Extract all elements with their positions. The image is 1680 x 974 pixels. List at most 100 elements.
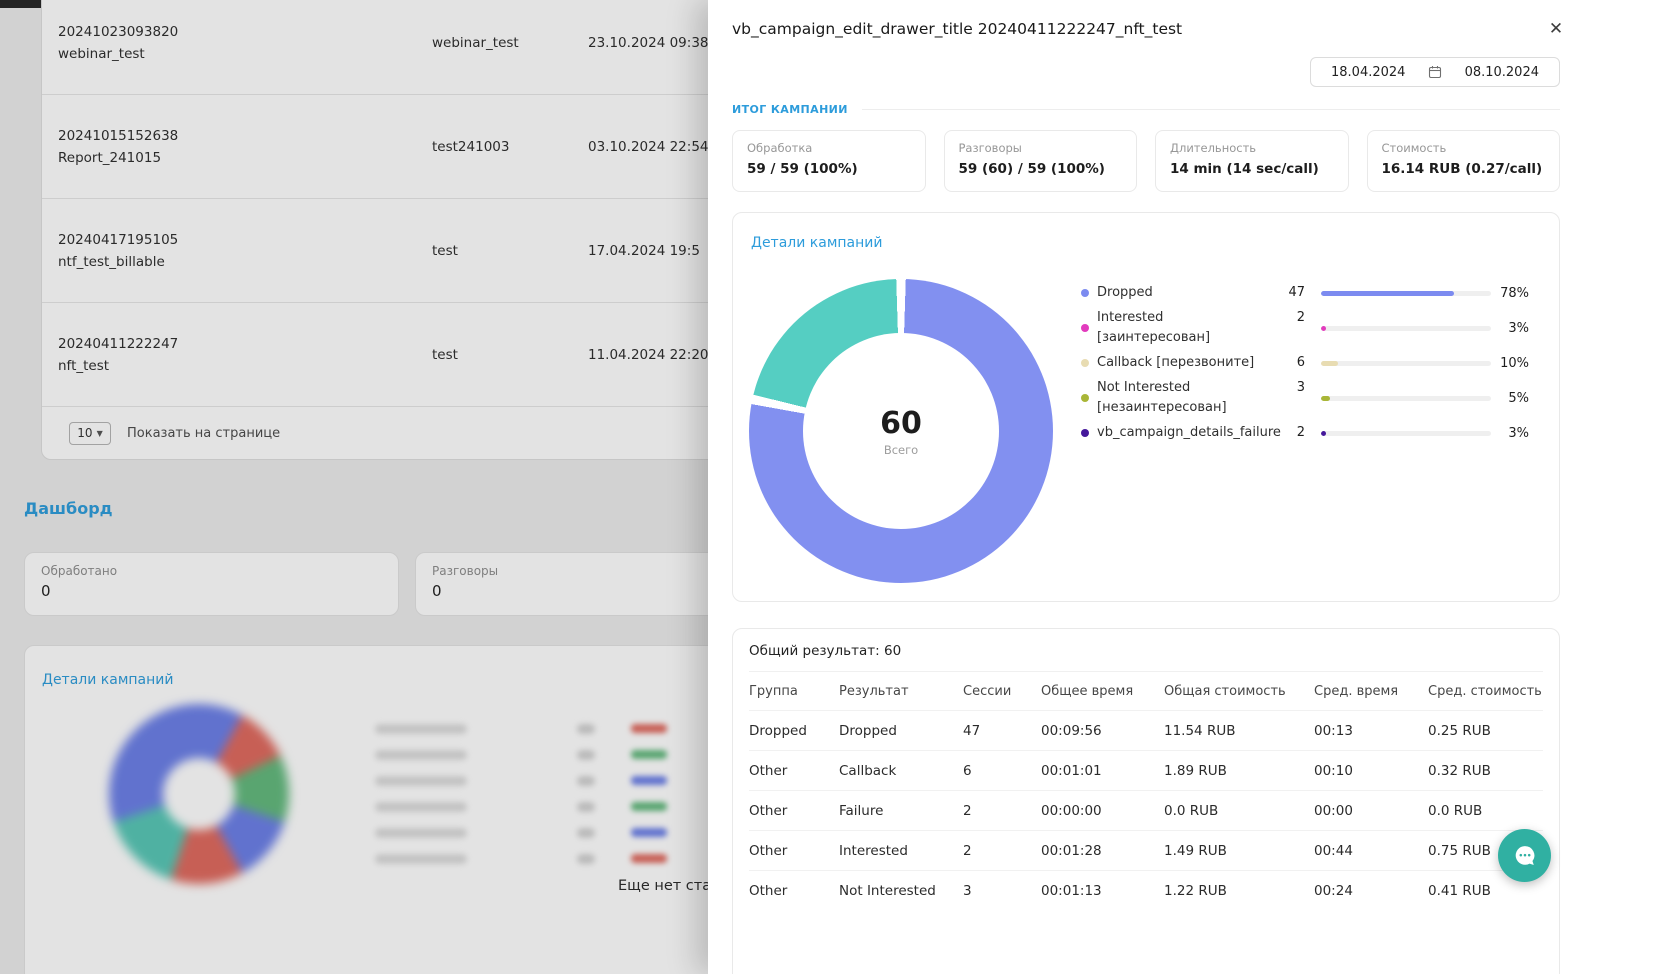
summary-card-value: 14 min (14 sec/call)	[1170, 161, 1334, 177]
legend-dot	[1081, 394, 1089, 402]
results-card: Общий результат: 60 ГруппаРезультатСесси…	[732, 628, 1560, 974]
results-cell: 00:01:13	[1041, 870, 1164, 910]
results-cell: Other	[749, 870, 839, 910]
legend-dot	[1081, 429, 1089, 437]
date-to-input[interactable]: 08.10.2024	[1465, 65, 1539, 80]
summary-card-value: 59 / 59 (100%)	[747, 161, 911, 177]
campaign-summary-section-header: ИТОГ КАМПАНИИ	[732, 103, 1560, 116]
campaign-details-card: Детали кампаний 60 Всего Dropped 47 78% Int…	[732, 212, 1560, 602]
legend-text-group: Dropped 47	[1097, 283, 1305, 303]
legend-percent: 5%	[1491, 391, 1529, 406]
summary-card-label: Стоимость	[1382, 141, 1546, 155]
summary-card-value: 16.14 RUB (0.27/call)	[1382, 161, 1546, 177]
legend-row[interactable]: Not Interested [незаинтересован]3 5%	[1081, 378, 1529, 418]
legend-text-group: Not Interested [незаинтересован]3	[1097, 378, 1305, 418]
results-cell: Failure	[839, 790, 963, 830]
summary-card: Стоимость 16.14 RUB (0.27/call)	[1367, 130, 1561, 192]
results-cell: 00:00:00	[1041, 790, 1164, 830]
donut-legend: Dropped 47 78% Interested [заинтересован]2 3…	[1081, 283, 1529, 443]
legend-value: 6	[1291, 353, 1305, 373]
results-cell: 0.0 RUB	[1428, 790, 1543, 830]
donut-center-label: Всего	[884, 443, 918, 457]
results-cell: Not Interested	[839, 870, 963, 910]
results-cell: 47	[963, 710, 1041, 750]
results-cell: 00:09:56	[1041, 710, 1164, 750]
summary-card: Длительность 14 min (14 sec/call)	[1155, 130, 1349, 192]
drawer-title: vb_campaign_edit_drawer_title 2024041122…	[732, 20, 1182, 38]
results-column-header: Результат	[839, 672, 963, 710]
results-cell: Interested	[839, 830, 963, 870]
results-cell: 00:01:28	[1041, 830, 1164, 870]
legend-value: 47	[1282, 283, 1305, 303]
results-cell: Callback	[839, 750, 963, 790]
section-label: ИТОГ КАМПАНИИ	[732, 103, 848, 116]
results-cell: 0.0 RUB	[1164, 790, 1314, 830]
date-range-picker[interactable]: 18.04.2024 08.10.2024	[1310, 57, 1560, 87]
legend-label: vb_campaign_details_failure	[1097, 423, 1267, 443]
results-column-header: Сред. время	[1314, 672, 1428, 710]
results-cell: 00:13	[1314, 710, 1428, 750]
legend-row[interactable]: Interested [заинтересован]2 3%	[1081, 308, 1529, 348]
legend-progress-fill	[1321, 326, 1326, 331]
legend-progress-track	[1321, 361, 1491, 366]
results-cell: Other	[749, 750, 839, 790]
summary-cards: Обработка 59 / 59 (100%) Разговоры 59 (60) …	[732, 130, 1560, 192]
results-cell: 00:10	[1314, 750, 1428, 790]
close-icon[interactable]: ✕	[1540, 13, 1572, 45]
results-cell: 0.25 RUB	[1428, 710, 1543, 750]
results-cell: 2	[963, 790, 1041, 830]
results-cell: Other	[749, 830, 839, 870]
summary-card: Разговоры 59 (60) / 59 (100%)	[944, 130, 1138, 192]
legend-percent: 3%	[1491, 321, 1529, 336]
results-cell: 0.32 RUB	[1428, 750, 1543, 790]
donut-center: 60 Всего	[749, 279, 1053, 583]
results-cell: 00:01:01	[1041, 750, 1164, 790]
legend-progress-fill	[1321, 431, 1326, 436]
app: 20241023093820webinar_testwebinar_test23…	[0, 0, 1680, 974]
donut-total-value: 60	[880, 406, 922, 441]
legend-progress-track	[1321, 396, 1491, 401]
chat-fab-button[interactable]	[1498, 829, 1551, 882]
legend-progress-track	[1321, 291, 1491, 296]
legend-progress-fill	[1321, 361, 1338, 366]
legend-text-group: vb_campaign_details_failure 2	[1097, 423, 1305, 443]
results-column-header: Общее время	[1041, 672, 1164, 710]
legend-percent: 78%	[1491, 286, 1529, 301]
results-cell: Dropped	[839, 710, 963, 750]
legend-row[interactable]: vb_campaign_details_failure 2 3%	[1081, 423, 1529, 443]
results-cell: 00:44	[1314, 830, 1428, 870]
legend-progress-fill	[1321, 291, 1454, 296]
legend-value: 2	[1291, 423, 1305, 443]
results-cell: 2	[963, 830, 1041, 870]
summary-card-label: Длительность	[1170, 141, 1334, 155]
results-title: Общий результат: 60	[733, 629, 1559, 671]
date-from-input[interactable]: 18.04.2024	[1331, 65, 1405, 80]
summary-card: Обработка 59 / 59 (100%)	[732, 130, 926, 192]
results-column-header: Общая стоимость	[1164, 672, 1314, 710]
results-grid: ГруппаРезультатСессииОбщее времяОбщая ст…	[749, 671, 1543, 910]
legend-text-group: Interested [заинтересован]2	[1097, 308, 1305, 348]
results-cell: 1.89 RUB	[1164, 750, 1314, 790]
legend-value: 3	[1291, 378, 1305, 398]
summary-card-value: 59 (60) / 59 (100%)	[959, 161, 1123, 177]
summary-card-label: Разговоры	[959, 141, 1123, 155]
legend-percent: 10%	[1491, 356, 1529, 371]
legend-label: Callback [перезвоните]	[1097, 353, 1254, 373]
results-column-header: Группа	[749, 672, 839, 710]
chat-icon	[1511, 842, 1539, 870]
details-title: Детали кампаний	[751, 235, 882, 251]
results-cell: 6	[963, 750, 1041, 790]
divider	[862, 109, 1560, 110]
legend-label: Dropped	[1097, 283, 1153, 303]
legend-percent: 3%	[1491, 426, 1529, 441]
legend-progress-fill	[1321, 396, 1330, 401]
results-column-header: Сессии	[963, 672, 1041, 710]
legend-row[interactable]: Dropped 47 78%	[1081, 283, 1529, 303]
legend-row[interactable]: Callback [перезвоните] 6 10%	[1081, 353, 1529, 373]
results-cell: Dropped	[749, 710, 839, 750]
results-cell: 1.49 RUB	[1164, 830, 1314, 870]
results-cell: 11.54 RUB	[1164, 710, 1314, 750]
results-cell: 00:00	[1314, 790, 1428, 830]
results-cell: 3	[963, 870, 1041, 910]
summary-card-label: Обработка	[747, 141, 911, 155]
